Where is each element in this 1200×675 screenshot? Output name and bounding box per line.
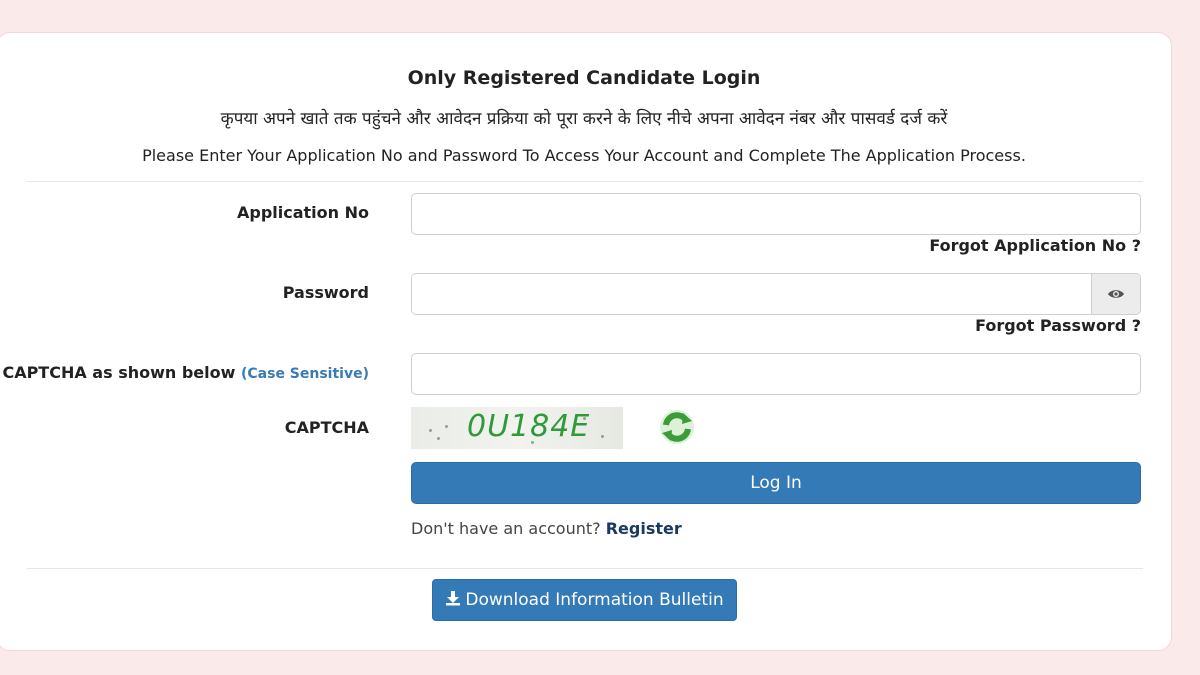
- captcha-input-label: CAPTCHA as shown below (Case Sensitive): [2, 363, 369, 382]
- case-sensitive-hint: (Case Sensitive): [240, 366, 369, 382]
- register-link[interactable]: Register: [606, 519, 682, 538]
- refresh-icon: [657, 410, 697, 451]
- footer-divider: [27, 568, 1143, 569]
- download-icon: [445, 590, 461, 611]
- refresh-captcha-button[interactable]: [657, 407, 697, 447]
- login-button[interactable]: Log In: [411, 462, 1141, 504]
- password-label: Password: [282, 283, 369, 302]
- captcha-image: 0U184E: [411, 407, 623, 449]
- english-instruction: Please Enter Your Application No and Pas…: [142, 146, 1026, 165]
- forgot-application-no-link[interactable]: Forgot Application No ?: [929, 236, 1141, 255]
- captcha-input-label-text: CAPTCHA as shown below: [2, 363, 236, 382]
- download-bulletin-button[interactable]: Download Information Bulletin: [432, 579, 737, 621]
- show-password-button[interactable]: [1091, 274, 1140, 314]
- application-no-input[interactable]: [411, 193, 1141, 235]
- password-input[interactable]: [412, 274, 1091, 314]
- application-no-label: Application No: [236, 203, 369, 222]
- no-account-text: Don't have an account?: [411, 519, 601, 538]
- hindi-instruction: कृपया अपने खाते तक पहुंचने और आवेदन प्रक…: [220, 109, 948, 129]
- captcha-code: 0U184E: [467, 409, 591, 444]
- eye-icon: [1107, 285, 1125, 304]
- forgot-password-link[interactable]: Forgot Password ?: [975, 316, 1141, 335]
- download-button-label: Download Information Bulletin: [465, 590, 724, 610]
- login-card: Only Registered Candidate Login कृपया अप…: [0, 32, 1172, 651]
- register-line: Don't have an account? Register: [411, 519, 682, 538]
- captcha-label: CAPTCHA: [284, 418, 369, 437]
- page-title: Only Registered Candidate Login: [407, 67, 761, 89]
- password-group: [411, 273, 1141, 315]
- captcha-input[interactable]: [411, 353, 1141, 395]
- header-divider: [27, 181, 1143, 182]
